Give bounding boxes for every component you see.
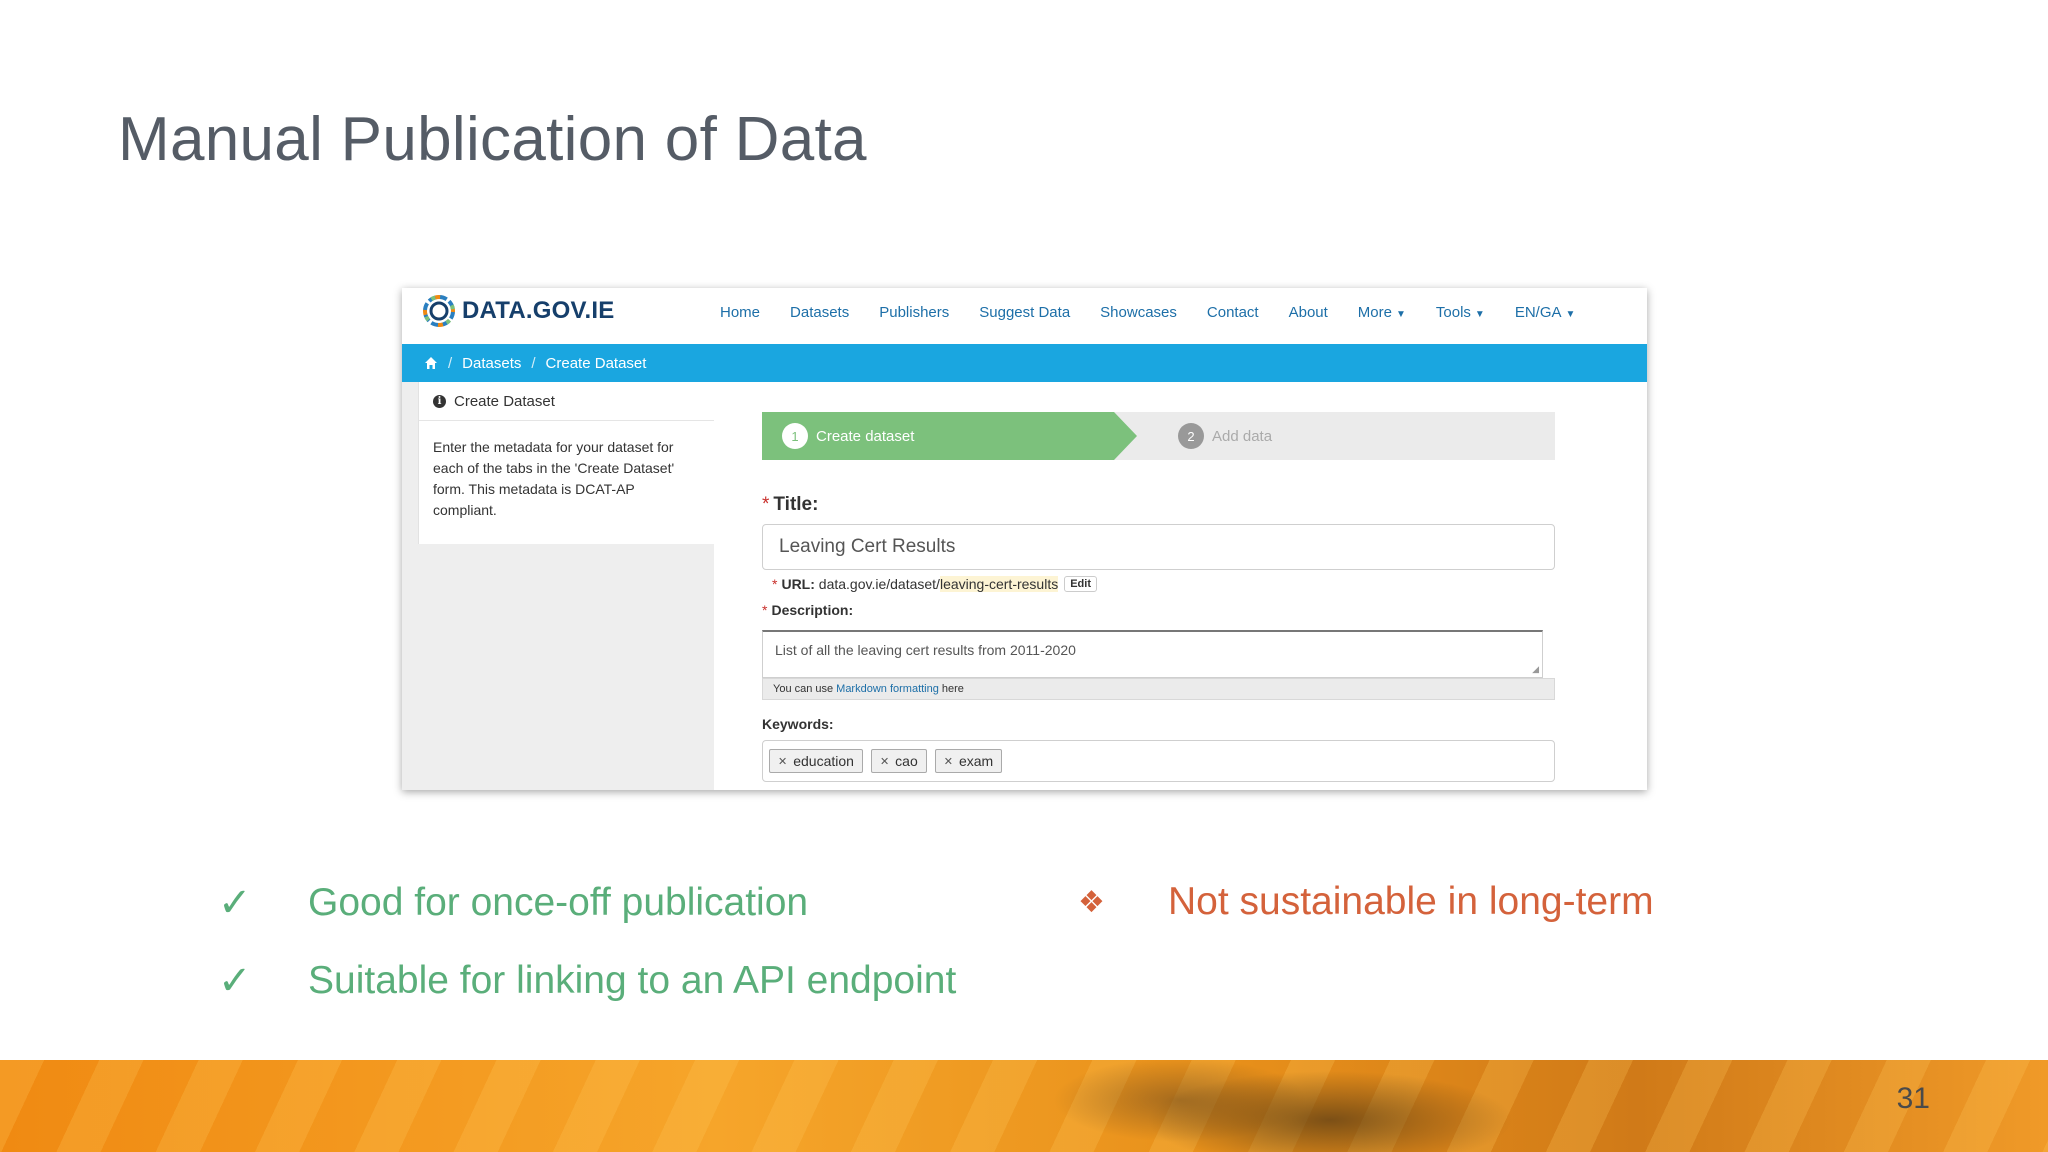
breadcrumb-separator: / [448, 354, 453, 372]
required-asterisk: * [762, 602, 768, 618]
resize-handle-icon[interactable]: ◢ [1532, 664, 1539, 675]
caret-down-icon: ▼ [1395, 309, 1406, 320]
pro-text: Good for once-off publication [308, 881, 809, 924]
pro-bullet: ✓ Good for once-off publication [218, 880, 808, 926]
nav-datasets[interactable]: Datasets [790, 304, 849, 321]
top-navigation: DATA.GOV.IE Home Datasets Publishers Sug… [402, 288, 1647, 344]
keyword-tag: ✕ education [769, 749, 863, 773]
breadcrumb: / Datasets / Create Dataset [402, 344, 1647, 382]
breadcrumb-datasets[interactable]: Datasets [462, 355, 521, 372]
nav-publishers[interactable]: Publishers [879, 304, 949, 321]
keywords-label: Keywords: [762, 716, 834, 732]
description-textarea[interactable]: List of all the leaving cert results fro… [762, 630, 1543, 678]
description-value: List of all the leaving cert results fro… [775, 642, 1076, 658]
nav-language-dropdown[interactable]: EN/GA ▼ [1515, 304, 1576, 321]
description-label: * Description: [762, 602, 853, 618]
nav-contact[interactable]: Contact [1207, 304, 1259, 321]
url-line: * URL: data.gov.ie/dataset/leaving-cert-… [772, 576, 1097, 592]
nav-label: Datasets [790, 304, 850, 321]
required-asterisk: * [762, 494, 770, 515]
markdown-note: You can use Markdown formatting here [762, 678, 1555, 700]
stage-create-dataset: 1 Create dataset [762, 412, 1137, 460]
keyword-text: education [793, 753, 854, 769]
remove-tag-icon[interactable]: ✕ [778, 755, 787, 768]
website-screenshot: DATA.GOV.IE Home Datasets Publishers Sug… [402, 288, 1647, 790]
url-prefix: data.gov.ie/dataset/ [818, 576, 940, 592]
site-logo[interactable]: DATA.GOV.IE [422, 294, 614, 328]
info-icon: i [433, 394, 446, 408]
remove-tag-icon[interactable]: ✕ [944, 755, 953, 768]
sidebar-heading: i Create Dataset [419, 382, 714, 421]
stage-progress: 1 Create dataset 2 Add data [762, 412, 1555, 460]
url-slug: leaving-cert-results [939, 576, 1059, 592]
nav-label: About [1288, 304, 1328, 321]
remove-tag-icon[interactable]: ✕ [880, 755, 889, 768]
diamond-bullet-icon: ❖ [1078, 885, 1105, 919]
con-bullet: ❖ Not sustainable in long-term [1078, 880, 1654, 924]
nav-showcases[interactable]: Showcases [1100, 304, 1177, 321]
nav-label: EN/GA [1514, 304, 1562, 321]
nav-label: More [1357, 304, 1392, 321]
stage-number: 1 [782, 423, 808, 449]
nav-tools-dropdown[interactable]: Tools ▼ [1436, 304, 1485, 321]
nav-about[interactable]: About [1289, 304, 1328, 321]
checkmark-icon: ✓ [218, 881, 252, 925]
nav-more-dropdown[interactable]: More ▼ [1358, 304, 1406, 321]
sidebar: i Create Dataset Enter the metadata for … [402, 382, 714, 790]
nav-links: Home Datasets Publishers Suggest Data Sh… [720, 304, 1575, 321]
caret-down-icon: ▼ [1565, 309, 1576, 320]
title-label: * Title: [762, 494, 818, 516]
slide-title: Manual Publication of Data [118, 105, 867, 174]
url-label: URL: [781, 576, 815, 592]
required-asterisk: * [772, 576, 778, 592]
nav-label: Showcases [1100, 304, 1177, 321]
stage-add-data: 2 Add data [1178, 412, 1272, 460]
nav-label: Contact [1206, 304, 1259, 321]
stage-number: 2 [1178, 423, 1204, 449]
keywords-input[interactable]: ✕ education ✕ cao ✕ exam [762, 740, 1555, 782]
keyword-text: exam [958, 753, 994, 769]
stage-label: Create dataset [816, 427, 915, 445]
breadcrumb-create-dataset[interactable]: Create Dataset [546, 355, 647, 372]
pro-bullet: ✓ Suitable for linking to an API endpoin… [218, 958, 956, 1004]
logo-ring-icon [423, 295, 455, 327]
breadcrumb-separator: / [531, 354, 536, 372]
create-dataset-form: 1 Create dataset 2 Add data * Title: Leav… [714, 382, 1647, 790]
nav-home[interactable]: Home [720, 304, 760, 321]
keyword-text: cao [895, 753, 918, 769]
markdown-note-pre: You can use [773, 683, 834, 695]
markdown-note-post: here [941, 683, 964, 695]
description-label-text: Description: [771, 602, 854, 618]
caret-down-icon: ▼ [1474, 309, 1485, 320]
title-input[interactable]: Leaving Cert Results [762, 524, 1555, 570]
page-number: 31 [1896, 1082, 1930, 1115]
nav-label: Publishers [879, 304, 950, 321]
con-text: Not sustainable in long-term [1168, 880, 1654, 923]
edit-url-button[interactable]: Edit [1064, 576, 1097, 592]
keyword-tag: ✕ exam [934, 749, 1003, 773]
title-input-value: Leaving Cert Results [779, 536, 956, 557]
sidebar-heading-text: Create Dataset [454, 392, 555, 410]
checkmark-icon: ✓ [218, 959, 252, 1003]
sidebar-body: Enter the metadata for your dataset for … [433, 439, 675, 518]
stage-label: Add data [1212, 427, 1273, 445]
home-icon[interactable] [424, 356, 438, 370]
title-label-text: Title: [773, 494, 819, 515]
keyword-tag: ✕ cao [870, 749, 927, 773]
sidebar-panel: i Create Dataset Enter the metadata for … [418, 382, 714, 544]
pro-text: Suitable for linking to an API endpoint [308, 959, 957, 1002]
logo-text: DATA.GOV.IE [462, 297, 615, 324]
nav-label: Tools [1435, 304, 1471, 321]
nav-label: Suggest Data [979, 304, 1071, 321]
nav-label: Home [720, 304, 761, 321]
nav-suggest-data[interactable]: Suggest Data [979, 304, 1070, 321]
markdown-link[interactable]: Markdown formatting [836, 683, 939, 695]
footer-banner: 31 [0, 1060, 2048, 1152]
